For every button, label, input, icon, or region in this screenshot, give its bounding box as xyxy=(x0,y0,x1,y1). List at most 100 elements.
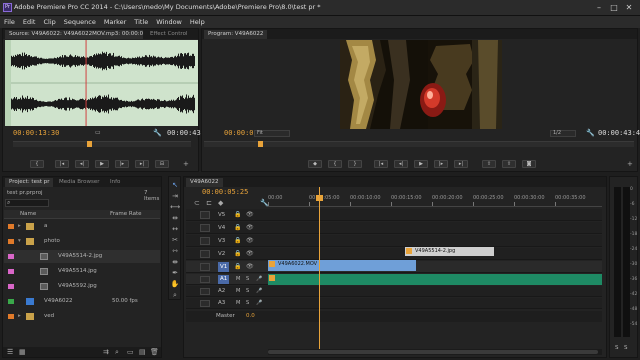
lock-icon[interactable]: 🔒 xyxy=(234,248,241,260)
program-add-button-icon[interactable]: + xyxy=(627,160,633,168)
add-button-icon[interactable]: + xyxy=(183,160,189,168)
tab-source[interactable]: Source: V49A6022: V49A6022MOV.mp3: 00:00… xyxy=(5,30,143,39)
track-target-toggle[interactable] xyxy=(200,263,210,271)
track-target-toggle[interactable] xyxy=(200,224,210,232)
step-back-button[interactable]: ◂| xyxy=(75,160,89,168)
track-target-toggle[interactable] xyxy=(200,250,210,258)
tab-info[interactable]: Info xyxy=(106,178,124,187)
project-row[interactable]: V49A6022 50.00 fps xyxy=(4,295,160,308)
tab-program[interactable]: Program: V49A6022 xyxy=(204,30,268,39)
column-name[interactable]: Name xyxy=(20,211,36,217)
solo-button[interactable]: S xyxy=(246,274,249,285)
program-video-frame[interactable] xyxy=(340,40,502,129)
program-play-button[interactable]: ▶ xyxy=(414,160,428,168)
minimize-icon[interactable]: – xyxy=(592,2,606,13)
program-mark-in-button[interactable]: { xyxy=(328,160,342,168)
quality-select[interactable]: 1/2 xyxy=(550,130,576,137)
timeline-playhead-line[interactable] xyxy=(319,187,320,349)
source-play-button[interactable]: ▶ xyxy=(95,160,109,168)
eye-icon[interactable]: 👁 xyxy=(246,235,254,247)
mute-button[interactable]: M xyxy=(236,286,240,297)
timeline-timecode[interactable]: 00:00:05:25 xyxy=(202,188,248,196)
tab-media-browser[interactable]: Media Browser xyxy=(55,178,104,187)
track-target-toggle[interactable] xyxy=(200,211,210,219)
solo-button[interactable]: S xyxy=(246,298,249,309)
ripple-edit-tool-icon[interactable]: ⟷ xyxy=(170,203,180,212)
rolling-edit-tool-icon[interactable]: ⇹ xyxy=(170,214,180,223)
mute-button[interactable]: M xyxy=(236,298,240,309)
source-timecode-in[interactable]: 00:00:13:30 xyxy=(13,129,59,137)
menu-clip[interactable]: Clip xyxy=(39,16,59,28)
rate-stretch-tool-icon[interactable]: ↔ xyxy=(170,225,180,234)
eye-icon[interactable]: 👁 xyxy=(246,261,254,273)
column-frame-rate[interactable]: Frame Rate xyxy=(110,211,142,217)
solo-button[interactable]: S xyxy=(246,286,249,297)
fit-select[interactable]: Fit xyxy=(254,130,290,137)
scrollbar-thumb[interactable] xyxy=(268,350,598,354)
insert-button[interactable]: ⊟ xyxy=(155,160,169,168)
solo-left-button[interactable]: S xyxy=(615,345,619,351)
audio-waveform[interactable] xyxy=(5,40,198,126)
menu-sequence[interactable]: Sequence xyxy=(60,16,100,28)
zoom-tool-icon[interactable]: ⌕ xyxy=(170,291,180,300)
mark-in-button[interactable]: { xyxy=(30,160,44,168)
menu-window[interactable]: Window xyxy=(152,16,186,28)
export-frame-button[interactable]: ◙ xyxy=(522,160,536,168)
snap-icon[interactable]: ⊂ xyxy=(194,199,200,207)
program-wrench-icon[interactable]: 🔧 xyxy=(586,129,595,137)
lock-icon[interactable]: 🔒 xyxy=(234,235,241,247)
lift-button[interactable]: ⇧ xyxy=(482,160,496,168)
track-target-toggle[interactable] xyxy=(200,288,210,295)
pen-tool-icon[interactable]: ✒ xyxy=(170,269,180,278)
lock-icon[interactable]: 🔒 xyxy=(234,261,241,273)
program-step-back-button[interactable]: ◂| xyxy=(394,160,408,168)
selection-tool-icon[interactable]: ↖ xyxy=(170,181,180,190)
trash-icon[interactable]: 🗑 xyxy=(150,348,159,356)
project-row[interactable]: V49A5514-2.jpg xyxy=(4,250,160,263)
eye-icon[interactable]: 👁 xyxy=(246,222,254,234)
disclosure-triangle-icon[interactable]: ▸ xyxy=(18,310,21,323)
fit-dropdown-icon[interactable]: ▭ xyxy=(95,129,101,137)
voice-over-icon[interactable]: 🎤 xyxy=(256,274,262,285)
tab-sequence[interactable]: V49A6022 xyxy=(186,178,223,187)
voice-over-icon[interactable]: 🎤 xyxy=(256,286,262,297)
slide-tool-icon[interactable]: ⇼ xyxy=(170,258,180,267)
new-bin-icon[interactable]: ▭ xyxy=(127,348,134,356)
go-to-in-button[interactable]: |◂ xyxy=(55,160,69,168)
timeline-zoom-scrollbar[interactable] xyxy=(268,349,602,355)
go-to-out-button[interactable]: ▸| xyxy=(135,160,149,168)
list-view-icon[interactable]: ☰ xyxy=(7,348,13,356)
program-scrub-bar[interactable] xyxy=(204,141,634,147)
project-row[interactable]: ▾ photo xyxy=(4,235,160,248)
menu-edit[interactable]: Edit xyxy=(19,16,40,28)
project-row[interactable]: ▸ ved xyxy=(4,310,160,323)
lock-icon[interactable]: 🔒 xyxy=(234,209,241,221)
project-row[interactable]: V49A5592.jpg xyxy=(4,280,160,293)
track-select-tool-icon[interactable]: ⇥ xyxy=(170,192,180,201)
close-icon[interactable]: ✕ xyxy=(622,2,636,13)
track-target-toggle[interactable] xyxy=(200,237,210,245)
source-playhead[interactable] xyxy=(87,141,92,147)
mute-button[interactable]: M xyxy=(236,274,240,285)
program-go-to-out-button[interactable]: ▸| xyxy=(454,160,468,168)
step-forward-button[interactable]: |▸ xyxy=(115,160,129,168)
menu-help[interactable]: Help xyxy=(186,16,209,28)
eye-icon[interactable]: 👁 xyxy=(246,209,254,221)
project-row[interactable]: ▸ a xyxy=(4,220,160,233)
clip-v2-image[interactable]: V49A5514-2.jpg xyxy=(405,247,494,256)
disclosure-triangle-icon[interactable]: ▾ xyxy=(18,235,21,248)
program-step-forward-button[interactable]: |▸ xyxy=(434,160,448,168)
menu-marker[interactable]: Marker xyxy=(100,16,130,28)
project-search-input[interactable]: ⌕ xyxy=(5,199,49,207)
extract-button[interactable]: ⇪ xyxy=(502,160,516,168)
timeline-playhead-head[interactable] xyxy=(316,195,323,201)
track-target-toggle[interactable] xyxy=(200,276,210,283)
voice-over-icon[interactable]: 🎤 xyxy=(256,298,262,309)
new-item-icon[interactable]: ▤ xyxy=(139,348,146,356)
program-go-to-in-button[interactable]: |◂ xyxy=(374,160,388,168)
project-row[interactable]: V49A5514.jpg xyxy=(4,265,160,278)
clip-v1-video[interactable]: V49A6022.MOV xyxy=(268,260,416,271)
automate-icon[interactable]: ⇉ xyxy=(103,348,109,356)
menu-file[interactable]: File xyxy=(0,16,19,28)
add-marker-icon[interactable]: ◆ xyxy=(218,199,223,207)
